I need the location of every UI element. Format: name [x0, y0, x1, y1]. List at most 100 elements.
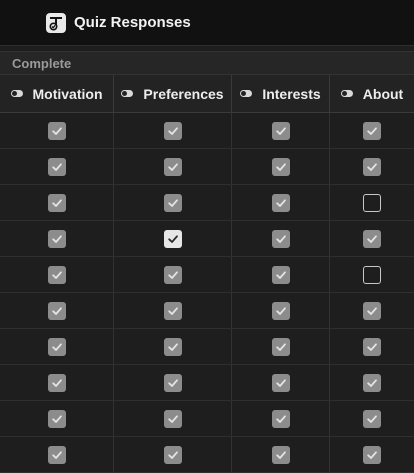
checkbox-checked[interactable] [271, 445, 290, 464]
group-label: Complete [12, 56, 72, 71]
cell-about [330, 329, 414, 364]
cell-preferences [114, 185, 232, 220]
table-row [0, 401, 414, 437]
cell-interests [232, 365, 330, 400]
checkbox-checked[interactable] [363, 445, 381, 464]
checkbox-checked[interactable] [47, 373, 66, 392]
cell-motivation [0, 437, 114, 472]
check-icon [367, 126, 377, 135]
checkbox-checked[interactable] [271, 121, 290, 140]
checkbox-checked[interactable] [163, 121, 182, 140]
check-icon [167, 378, 178, 387]
checkbox-checked[interactable] [163, 409, 182, 428]
checkbox-checked[interactable] [163, 445, 182, 464]
checkbox-checked[interactable] [271, 229, 290, 248]
check-icon [275, 414, 286, 423]
check-icon [367, 234, 377, 243]
column-header-preferences[interactable]: Preferences [114, 75, 232, 112]
cell-preferences [114, 113, 232, 148]
checkbox-checked[interactable] [47, 301, 66, 320]
checkbox-checked[interactable] [271, 337, 290, 356]
checkbox-checked[interactable] [163, 265, 182, 284]
check-icon [51, 270, 62, 279]
check-icon [167, 126, 178, 135]
checkbox-checked[interactable] [363, 229, 381, 248]
checkbox-checked[interactable] [47, 121, 66, 140]
check-icon [275, 198, 286, 207]
checkbox-checked[interactable] [363, 157, 381, 176]
checkbox-unchecked[interactable] [363, 193, 381, 212]
check-icon [367, 306, 377, 315]
check-icon [367, 414, 377, 423]
checkbox-checked[interactable] [47, 445, 66, 464]
checkbox-checked[interactable] [47, 193, 66, 212]
check-icon [367, 162, 377, 171]
cell-preferences [114, 437, 232, 472]
cell-interests [232, 329, 330, 364]
checkbox-checked[interactable] [163, 193, 182, 212]
cell-interests [232, 149, 330, 184]
checkbox-checked[interactable] [47, 265, 66, 284]
checkbox-checked[interactable] [163, 229, 182, 248]
cell-motivation [0, 113, 114, 148]
cell-interests [232, 257, 330, 292]
checkbox-checked[interactable] [47, 337, 66, 356]
table-row [0, 329, 414, 365]
check-icon [275, 378, 286, 387]
cell-preferences [114, 401, 232, 436]
cell-about [330, 365, 414, 400]
cell-about [330, 293, 414, 328]
column-header-row: Motivation Preferences Interests About [0, 75, 414, 113]
cell-motivation [0, 221, 114, 256]
cell-interests [232, 401, 330, 436]
checkbox-checked[interactable] [47, 157, 66, 176]
check-icon [367, 342, 377, 351]
cell-about [330, 185, 414, 220]
check-icon [367, 450, 377, 459]
column-title: Interests [262, 85, 321, 102]
check-icon [167, 414, 178, 423]
checkbox-checked[interactable] [271, 157, 290, 176]
check-icon [275, 270, 286, 279]
checkbox-checked[interactable] [47, 229, 66, 248]
checkbox-checked[interactable] [47, 409, 66, 428]
table-row [0, 185, 414, 221]
checkbox-checked[interactable] [271, 193, 290, 212]
cell-preferences [114, 329, 232, 364]
check-icon [51, 126, 62, 135]
checkbox-checked[interactable] [363, 337, 381, 356]
column-header-interests[interactable]: Interests [232, 75, 330, 112]
cell-preferences [114, 257, 232, 292]
checkbox-checked[interactable] [163, 157, 182, 176]
toggle-icon [240, 90, 253, 97]
checkbox-checked[interactable] [363, 409, 381, 428]
cell-interests [232, 221, 330, 256]
cell-interests [232, 113, 330, 148]
cell-preferences [114, 365, 232, 400]
check-icon [167, 270, 178, 279]
title-bar: Quiz Responses [0, 0, 414, 46]
column-header-motivation[interactable]: Motivation [0, 75, 114, 112]
column-header-about[interactable]: About [330, 75, 414, 112]
check-icon [167, 234, 178, 243]
checkbox-checked[interactable] [363, 301, 381, 320]
cell-motivation [0, 185, 114, 220]
checkbox-checked[interactable] [163, 337, 182, 356]
checkbox-checked[interactable] [271, 265, 290, 284]
cell-interests [232, 185, 330, 220]
checkbox-checked[interactable] [163, 373, 182, 392]
group-header[interactable]: Complete [0, 51, 414, 75]
checkbox-checked[interactable] [271, 301, 290, 320]
table-row [0, 293, 414, 329]
checkbox-unchecked[interactable] [363, 265, 381, 284]
checkbox-checked[interactable] [363, 373, 381, 392]
check-icon [167, 342, 178, 351]
checkbox-checked[interactable] [163, 301, 182, 320]
checkbox-checked[interactable] [271, 373, 290, 392]
check-icon [275, 162, 286, 171]
cell-motivation [0, 329, 114, 364]
check-icon [51, 306, 62, 315]
checkbox-checked[interactable] [271, 409, 290, 428]
checkbox-checked[interactable] [363, 121, 381, 140]
cell-about [330, 257, 414, 292]
